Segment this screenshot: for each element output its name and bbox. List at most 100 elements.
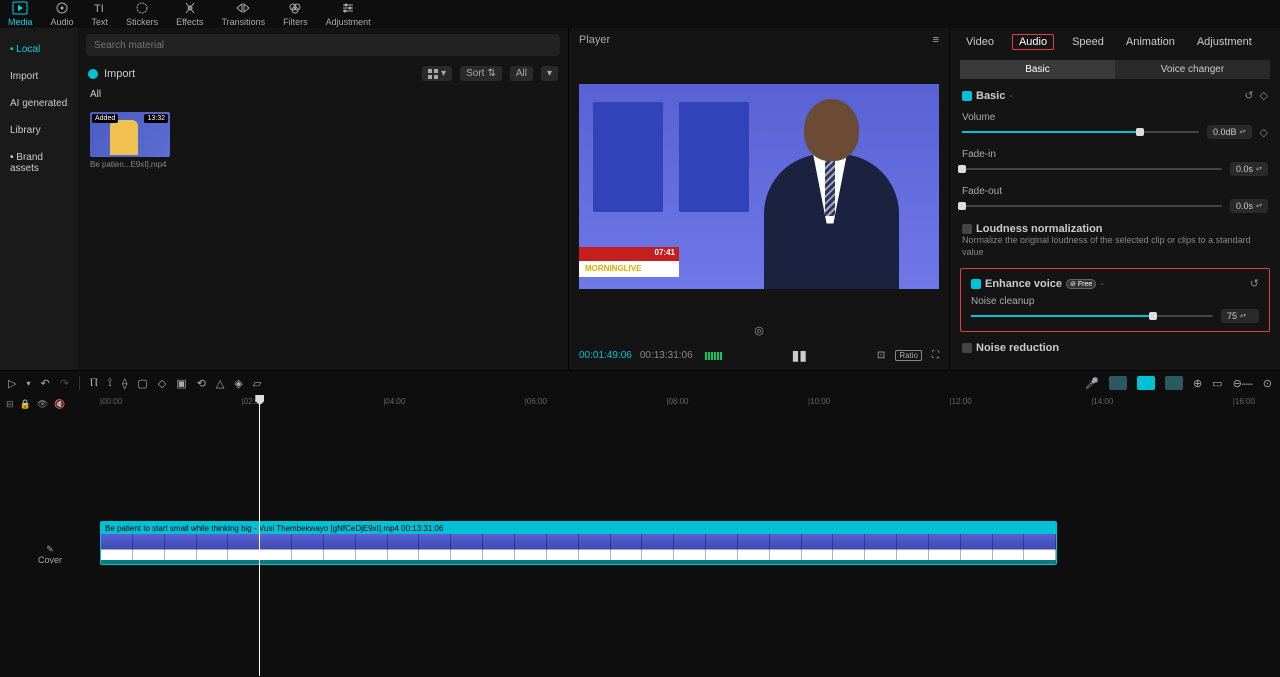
- fadeout-value[interactable]: 0.0s▴▾: [1230, 199, 1268, 213]
- sidebar-item-ai[interactable]: AI generated: [0, 90, 78, 117]
- tool-effects[interactable]: Effects: [176, 1, 203, 27]
- tool-label: Stickers: [126, 17, 158, 27]
- snapshot-icon[interactable]: ⊡: [877, 350, 885, 361]
- fadein-value[interactable]: 0.0s▴▾: [1230, 162, 1268, 176]
- thumbnail-filename: Be patien...E9xI].mp4: [90, 160, 170, 169]
- section-basic-title: Basic: [976, 90, 1005, 102]
- frame-icon[interactable]: ▣: [176, 377, 186, 390]
- noise-reduction-checkbox[interactable]: [962, 343, 972, 353]
- clip-title: Be patient to start small while thinking…: [101, 522, 1056, 534]
- fullscreen-icon[interactable]: ⛶: [932, 350, 939, 361]
- tab-animation[interactable]: Animation: [1122, 34, 1179, 50]
- tab-video[interactable]: Video: [962, 34, 998, 50]
- undo-icon[interactable]: ↶: [40, 377, 49, 390]
- zoom-out-icon[interactable]: ⊖—: [1233, 377, 1253, 390]
- cover-button[interactable]: ✎ Cover: [0, 544, 100, 565]
- volume-slider[interactable]: [962, 131, 1199, 133]
- media-tab-all[interactable]: All: [90, 89, 101, 100]
- player-menu-icon[interactable]: ≡: [933, 34, 939, 46]
- playhead[interactable]: [259, 395, 260, 676]
- timeline-clip[interactable]: Be patient to start small while thinking…: [100, 521, 1057, 565]
- mirror-icon[interactable]: △: [216, 377, 224, 390]
- noise-cleanup-value[interactable]: 75▴▾: [1221, 309, 1259, 323]
- noise-cleanup-slider[interactable]: [971, 315, 1213, 317]
- enhance-reset-icon[interactable]: ↺: [1250, 277, 1259, 290]
- mute-icon[interactable]: 🔇: [54, 399, 65, 410]
- audio-meter: [705, 352, 722, 360]
- noise-cleanup-label: Noise cleanup: [971, 296, 1259, 307]
- volume-value[interactable]: 0.0dB▴▾: [1207, 125, 1252, 139]
- tab-speed[interactable]: Speed: [1068, 34, 1108, 50]
- tab-adjustment[interactable]: Adjustment: [1193, 34, 1256, 50]
- tool-stickers[interactable]: Stickers: [126, 1, 158, 27]
- tool-filters[interactable]: Filters: [283, 1, 308, 27]
- search-input[interactable]: [86, 34, 560, 56]
- total-duration: 00:13:31:06: [640, 350, 693, 361]
- dropdown-icon[interactable]: ▾: [26, 379, 30, 388]
- mic-icon[interactable]: 🎤: [1085, 377, 1099, 390]
- subtab-basic[interactable]: Basic: [960, 60, 1115, 79]
- inspector-panel: Video Audio Speed Animation Adjustment B…: [950, 28, 1280, 370]
- keyframe-icon[interactable]: ◇: [1260, 89, 1268, 102]
- media-thumbnail[interactable]: Added 13:32 Be patien...E9xI].mp4: [90, 112, 170, 169]
- sidebar-item-import[interactable]: Import: [0, 63, 78, 90]
- rotate-icon[interactable]: ◈: [234, 377, 242, 390]
- basic-checkbox[interactable]: [962, 91, 972, 101]
- pointer-tool-icon[interactable]: ▷: [8, 377, 16, 390]
- track-toggle-3[interactable]: [1165, 376, 1183, 390]
- lock2-icon[interactable]: 🔒: [20, 399, 31, 410]
- sidebar-item-brand[interactable]: Brand assets: [0, 144, 78, 182]
- player-viewport[interactable]: 07:41 MORNINGLIVE: [579, 84, 939, 289]
- sidebar-item-local[interactable]: Local: [0, 36, 78, 63]
- link-icon[interactable]: ▭: [1212, 377, 1222, 390]
- recenter-icon[interactable]: ◎: [754, 325, 764, 337]
- zoom-fit-icon[interactable]: ⊙: [1263, 377, 1272, 390]
- enhance-checkbox[interactable]: [971, 279, 981, 289]
- lower-third-label: MORNINGLIVE: [579, 261, 679, 277]
- free-badge: ⊘ Free: [1066, 279, 1096, 289]
- fadein-label: Fade-in: [962, 149, 1268, 160]
- sidebar-item-library[interactable]: Library: [0, 117, 78, 144]
- lock-icon[interactable]: ⊟: [6, 399, 14, 410]
- sort-button[interactable]: Sort ⇅: [460, 66, 502, 81]
- volume-keyframe-icon[interactable]: ◇: [1260, 126, 1268, 139]
- reset-icon[interactable]: ↺: [1244, 89, 1253, 102]
- tool-text[interactable]: TI Text: [92, 1, 109, 27]
- redo-icon[interactable]: ↷: [60, 377, 69, 390]
- magnet-icon[interactable]: ⊕: [1193, 377, 1202, 390]
- tool-adjustment[interactable]: Adjustment: [326, 1, 371, 27]
- track-toggle-2[interactable]: [1137, 376, 1155, 390]
- filter-button[interactable]: ▾: [541, 66, 558, 81]
- track-toggle-1[interactable]: [1109, 376, 1127, 390]
- reverse-icon[interactable]: ⟲: [197, 377, 206, 390]
- split-right-icon[interactable]: ⟠: [122, 377, 127, 390]
- import-button[interactable]: Import: [104, 68, 135, 80]
- timeline-tracks[interactable]: |00:00|02:00|04:00|06:00|08:00|10:00|12:…: [100, 395, 1280, 676]
- tool-label: Adjustment: [326, 17, 371, 27]
- split-left-icon[interactable]: ⟟: [108, 377, 112, 390]
- subtab-voice-changer[interactable]: Voice changer: [1115, 60, 1270, 79]
- crop-icon[interactable]: ▱: [253, 377, 261, 390]
- split-icon[interactable]: Ⲡ: [90, 377, 98, 390]
- filter-all-button[interactable]: All: [510, 66, 533, 81]
- section-loudness-title: Loudness normalization: [976, 223, 1103, 235]
- loudness-checkbox[interactable]: [962, 224, 972, 234]
- eye-icon[interactable]: 👁: [37, 399, 48, 410]
- tool-transitions[interactable]: Transitions: [221, 1, 265, 27]
- inspector-tabs: Video Audio Speed Animation Adjustment: [950, 28, 1280, 56]
- delete-icon[interactable]: ▢: [137, 377, 147, 390]
- view-grid-button[interactable]: ▾: [422, 66, 452, 81]
- ratio-button[interactable]: Ratio: [895, 350, 922, 361]
- tab-audio[interactable]: Audio: [1012, 34, 1054, 50]
- fadein-slider[interactable]: [962, 168, 1222, 170]
- tool-label: Effects: [176, 17, 203, 27]
- pause-button[interactable]: ▮▮: [792, 347, 807, 364]
- timeline-ruler[interactable]: |00:00|02:00|04:00|06:00|08:00|10:00|12:…: [100, 395, 1280, 411]
- current-time: 00:01:49:06: [579, 350, 632, 361]
- badge-added: Added: [92, 114, 118, 123]
- fadeout-slider[interactable]: [962, 205, 1222, 207]
- tool-audio[interactable]: Audio: [51, 1, 74, 27]
- tool-label: Audio: [51, 17, 74, 27]
- marker-icon[interactable]: ◇: [158, 377, 166, 390]
- tool-media[interactable]: Media: [8, 1, 33, 27]
